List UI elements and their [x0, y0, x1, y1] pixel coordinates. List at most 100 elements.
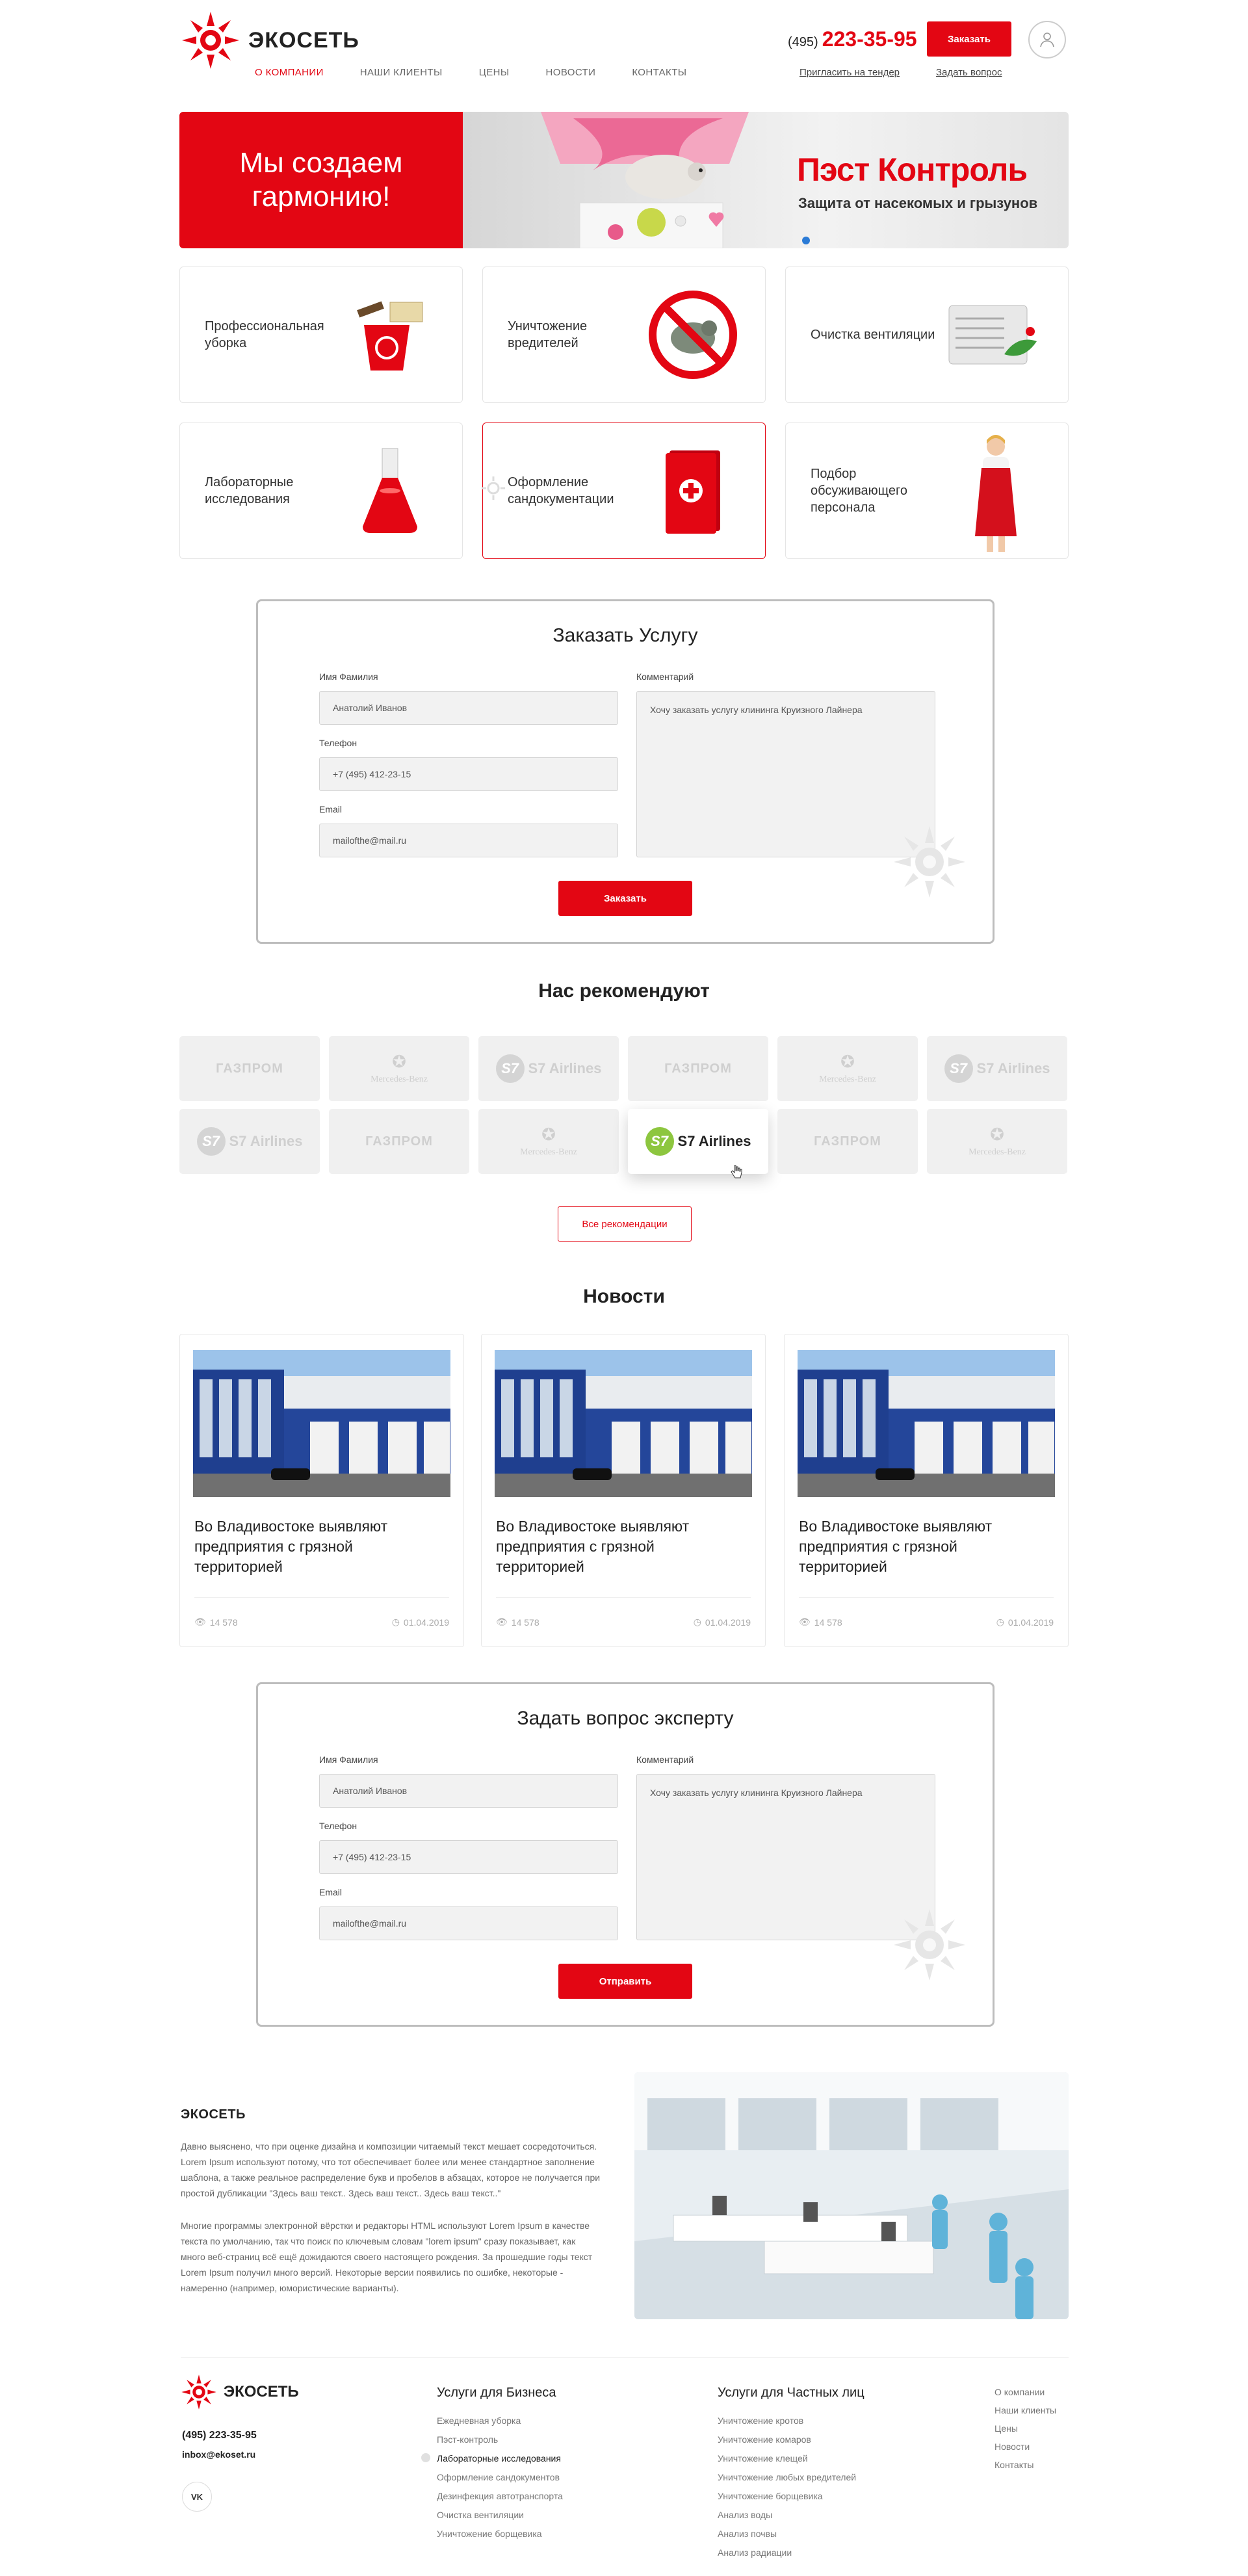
phone-code: (495) — [788, 35, 818, 49]
email-input[interactable]: mailofthe@mail.ru — [319, 824, 618, 857]
partner-logo-mercedes[interactable]: ✪ Mercedes-Benz — [478, 1109, 619, 1174]
hover-indicator-dot — [421, 2453, 430, 2462]
footer-link[interactable]: Анализ воды — [718, 2510, 856, 2520]
logo[interactable]: ЭКОСЕТЬ — [181, 10, 359, 70]
footer-link[interactable]: Анализ радиации — [718, 2547, 856, 2558]
red-book-icon — [646, 442, 740, 540]
footer-link[interactable]: Уничтожение любых вредителей — [718, 2472, 856, 2482]
phone-label: Телефон — [319, 1821, 358, 1831]
name-input[interactable]: Анатолий Иванов — [319, 1774, 618, 1808]
news-card[interactable]: Во Владивостоке выявляют предприятия с г… — [179, 1334, 464, 1647]
promo-banner[interactable]: Мы создаем гармонию! Пэст Контроль Защит… — [179, 112, 1069, 248]
sun-watermark-icon — [894, 826, 965, 898]
footer-link[interactable]: Пэст-контроль — [437, 2434, 563, 2445]
all-recommendations-button[interactable]: Все рекомендации — [558, 1206, 692, 1242]
partner-logo-mercedes[interactable]: ✪ Mercedes-Benz — [927, 1109, 1067, 1174]
service-card-lab[interactable]: Лабораторные исследования — [179, 423, 463, 559]
flask-icon — [343, 442, 437, 540]
header-phone[interactable]: (495) 223-35-95 — [788, 27, 917, 51]
sun-watermark-icon — [482, 476, 505, 500]
partner-logo-mercedes[interactable]: ✪ Mercedes-Benz — [777, 1036, 918, 1101]
partner-logo-gazprom[interactable]: ГАЗПРОМ — [179, 1036, 320, 1101]
service-card-pest[interactable]: Уничтожение вредителей — [482, 267, 766, 403]
news-card[interactable]: Во Владивостоке выявляют предприятия с г… — [481, 1334, 766, 1647]
partner-logo-gazprom[interactable]: ГАЗПРОМ — [329, 1109, 469, 1174]
vk-social-button[interactable]: VK — [182, 2482, 212, 2512]
about-paragraph: Давно выяснено, что при оценке дизайна и… — [181, 2141, 601, 2198]
nav-item-news[interactable]: Новости — [546, 67, 596, 78]
phone-input[interactable]: +7 (495) 412-23-15 — [319, 757, 618, 791]
service-card-documentation[interactable]: Оформление сандокументации — [482, 423, 766, 559]
email-input[interactable]: mailofthe@mail.ru — [319, 1906, 618, 1940]
footer-menu-link[interactable]: Цены — [994, 2423, 1056, 2434]
air-conditioner-icon — [946, 286, 1043, 384]
nav-item-clients[interactable]: Наши клиенты — [360, 67, 443, 78]
nav-item-about[interactable]: О компании — [255, 67, 324, 78]
partner-logo-s7[interactable]: S7 S7 Airlines — [478, 1036, 619, 1101]
phone-number: 223-35-95 — [822, 27, 917, 51]
footer-link[interactable]: Уничтожение комаров — [718, 2434, 856, 2445]
banner-title: Пэст Контроль — [797, 151, 1028, 188]
phone-input[interactable]: +7 (495) 412-23-15 — [319, 1840, 618, 1874]
email-label: Email — [319, 804, 343, 814]
footer-link[interactable]: Уничтожение борщевика — [718, 2491, 856, 2501]
footer-logo[interactable]: ЭКОСЕТЬ — [181, 2374, 299, 2410]
clock-icon: ◷ — [693, 1617, 701, 1627]
partner-logo-gazprom[interactable]: ГАЗПРОМ — [777, 1109, 918, 1174]
tender-link[interactable]: Пригласить на тендер — [800, 67, 900, 78]
partner-logo-s7[interactable]: S7 S7 Airlines — [179, 1109, 320, 1174]
footer-menu-link[interactable]: О компании — [994, 2387, 1056, 2397]
footer-link[interactable]: Очистка вентиляции — [437, 2510, 563, 2520]
footer-menu-link[interactable]: Новости — [994, 2441, 1056, 2452]
s7-logo-icon: S7 — [196, 1127, 226, 1156]
comment-textarea[interactable]: Хочу заказать услугу клининга Круизного … — [636, 691, 935, 857]
mercedes-star-icon: ✪ — [392, 1052, 406, 1071]
news-date: ◷ 01.04.2019 — [693, 1617, 751, 1628]
nav-item-contacts[interactable]: Контакты — [632, 67, 686, 78]
footer-email[interactable]: inbox@ekoset.ru — [182, 2449, 255, 2460]
service-card-staff[interactable]: Подбор обсуживающего персонала — [785, 423, 1069, 559]
service-card-cleaning[interactable]: Профессиональная уборка — [179, 267, 463, 403]
nav-item-prices[interactable]: Цены — [479, 67, 510, 78]
footer-link[interactable]: Анализ почвы — [718, 2529, 856, 2539]
footer-menu-link[interactable]: Контакты — [994, 2460, 1056, 2470]
partner-logo-s7-hovered[interactable]: S7 S7 Airlines — [628, 1109, 768, 1174]
news-date: ◷ 01.04.2019 — [996, 1617, 1054, 1628]
partner-logo-s7[interactable]: S7 S7 Airlines — [927, 1036, 1067, 1101]
news-card[interactable]: Во Владивостоке выявляют предприятия с г… — [784, 1334, 1069, 1647]
order-service-form: Заказать Услугу Имя Фамилия Анатолий Ива… — [256, 599, 994, 944]
footer-link[interactable]: Оформление сандокументов — [437, 2472, 563, 2482]
banner-slogan: Мы создаем гармонию! — [179, 112, 463, 248]
hand-cursor-icon — [731, 1165, 742, 1178]
ask-expert-form: Задать вопрос эксперту Имя Фамилия Анато… — [256, 1682, 994, 2027]
ask-question-link[interactable]: Задать вопрос — [936, 67, 1002, 78]
private-services-title: Услуги для Частных лиц — [718, 2386, 864, 2400]
partner-logo-mercedes[interactable]: ✪ Mercedes-Benz — [329, 1036, 469, 1101]
service-card-ventilation[interactable]: Очистка вентиляции — [785, 267, 1069, 403]
footer-link[interactable]: Уничтожение клещей — [718, 2453, 856, 2464]
clock-icon: ◷ — [996, 1617, 1004, 1627]
footer-link[interactable]: Уничтожение кротов — [718, 2415, 856, 2426]
cleaning-bucket-icon — [343, 286, 437, 384]
slider-dot-active[interactable] — [802, 237, 810, 244]
footer-menu-link[interactable]: Наши клиенты — [994, 2405, 1056, 2415]
expert-submit-button[interactable]: Отправить — [558, 1964, 692, 1999]
partner-logo-gazprom[interactable]: ГАЗПРОМ — [628, 1036, 768, 1101]
sun-logo-icon — [182, 12, 239, 69]
footer-link[interactable]: Уничтожение борщевика — [437, 2529, 563, 2539]
s7-logo-icon: S7 — [645, 1127, 674, 1156]
header-order-button[interactable]: Заказать — [927, 21, 1011, 57]
name-input[interactable]: Анатолий Иванов — [319, 691, 618, 725]
eye-icon: 👁 — [799, 1617, 811, 1627]
order-submit-button[interactable]: Заказать — [558, 881, 692, 916]
news-image — [798, 1350, 1055, 1497]
footer-link-hovered[interactable]: Лабораторные исследования — [437, 2453, 563, 2464]
eye-icon: 👁 — [496, 1617, 508, 1627]
footer-link[interactable]: Дезинфекция автотранспорта — [437, 2491, 563, 2501]
comment-textarea[interactable]: Хочу заказать услугу клининга Круизного … — [636, 1774, 935, 1940]
form-title: Задать вопрос эксперту — [517, 1708, 734, 1729]
footer-phone[interactable]: (495) 223-35-95 — [182, 2430, 257, 2441]
footer-link[interactable]: Ежедневная уборка — [437, 2415, 563, 2426]
news-date: ◷ 01.04.2019 — [391, 1617, 449, 1628]
user-account-button[interactable] — [1028, 21, 1066, 59]
